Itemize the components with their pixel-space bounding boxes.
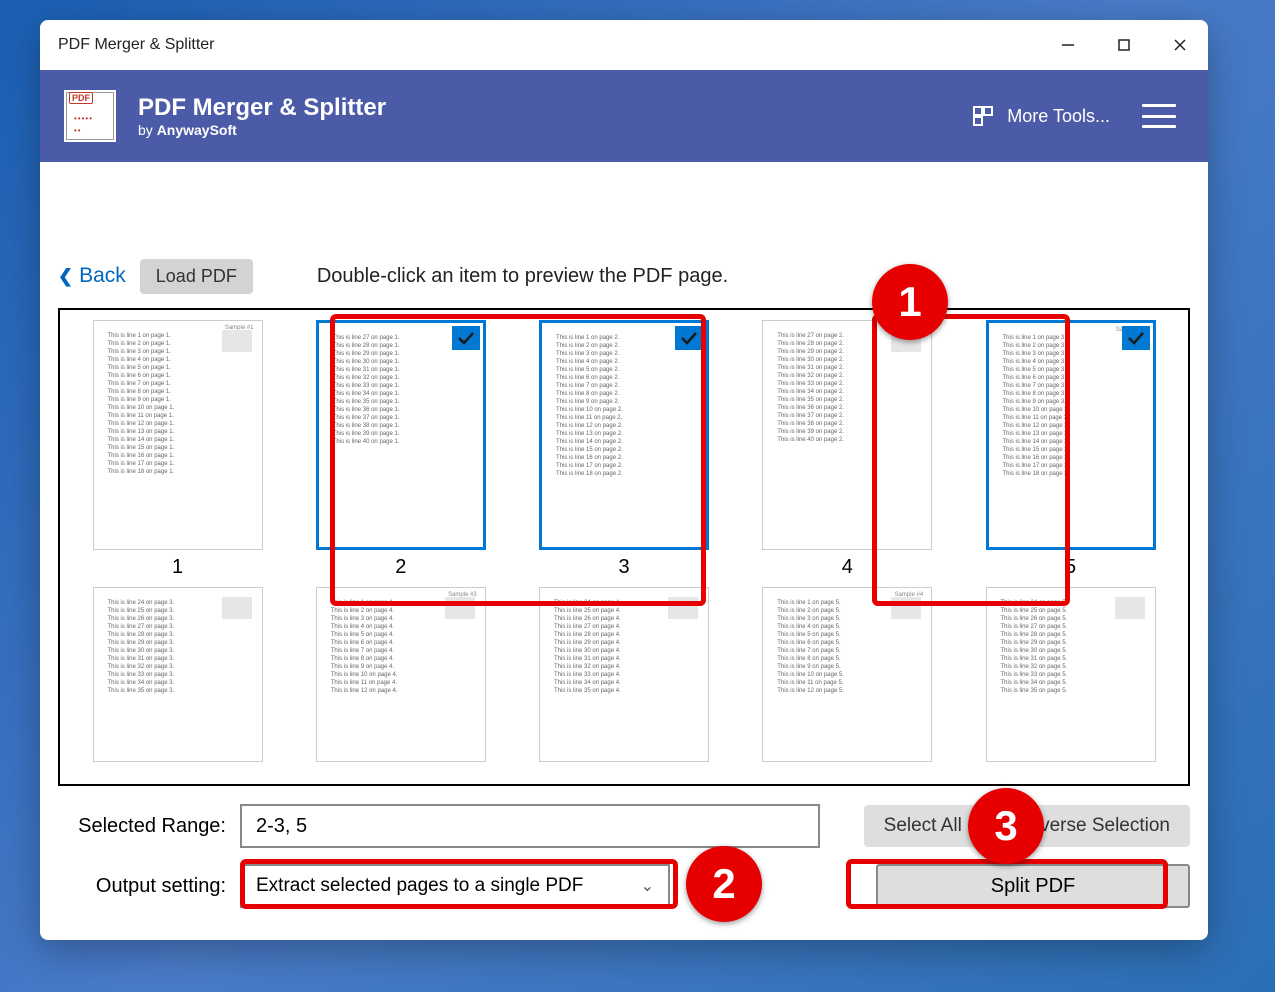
- check-icon: [1122, 326, 1150, 350]
- page-thumbnail[interactable]: This is line 24 on page 5.This is line 2…: [973, 587, 1168, 762]
- page-number: 4: [842, 556, 853, 579]
- select-checkbox[interactable]: [1115, 597, 1145, 619]
- select-checkbox[interactable]: [222, 597, 252, 619]
- app-window: PDF Merger & Splitter PDF PDF Merger & S…: [40, 20, 1208, 940]
- window-title: PDF Merger & Splitter: [58, 36, 214, 54]
- minimize-button[interactable]: [1040, 20, 1096, 70]
- output-setting-value: Extract selected pages to a single PDF: [256, 875, 583, 897]
- page-thumbnail[interactable]: Sample #1This is line 1 on page 1.This i…: [80, 320, 275, 579]
- load-pdf-button[interactable]: Load PDF: [140, 259, 253, 294]
- page-number: 2: [395, 556, 406, 579]
- hint-text: Double-click an item to preview the PDF …: [317, 265, 728, 288]
- selected-range-input[interactable]: [240, 804, 820, 848]
- page-thumbnail[interactable]: This is line 1 on page 2.This is line 2 …: [527, 320, 722, 579]
- page-thumbnail[interactable]: This is line 27 on page 2.This is line 2…: [750, 320, 945, 579]
- page-thumbnail[interactable]: This is line 24 on page 4.This is line 2…: [527, 587, 722, 762]
- check-icon: [452, 326, 480, 350]
- annotation-badge-1: 1: [872, 264, 948, 340]
- chevron-left-icon: ❮: [58, 266, 73, 287]
- annotation-badge-3: 3: [968, 788, 1044, 864]
- app-logo-icon: PDF: [64, 90, 116, 142]
- titlebar: PDF Merger & Splitter: [40, 20, 1208, 70]
- more-tools-button[interactable]: More Tools...: [971, 104, 1110, 128]
- selected-range-label: Selected Range:: [58, 815, 226, 838]
- select-all-button[interactable]: Select All: [864, 805, 982, 847]
- page-thumbnail[interactable]: Sample #4This is line 1 on page 5.This i…: [750, 587, 945, 762]
- select-checkbox[interactable]: [445, 597, 475, 619]
- page-number: 1: [172, 556, 183, 579]
- toolbar: ❮ Back Load PDF Double-click an item to …: [40, 250, 1208, 302]
- back-button[interactable]: ❮ Back: [58, 264, 126, 288]
- chevron-down-icon: ⌄: [641, 876, 654, 896]
- page-thumbnail[interactable]: Sample #3This is line 1 on page 4.This i…: [303, 587, 498, 762]
- split-pdf-button[interactable]: Split PDF: [876, 864, 1190, 908]
- page-number: 3: [618, 556, 629, 579]
- bottom-controls: Selected Range: Select All Reverse Selec…: [40, 786, 1208, 908]
- pages-panel[interactable]: Sample #1This is line 1 on page 1.This i…: [58, 308, 1190, 786]
- page-number: 5: [1065, 556, 1076, 579]
- annotation-badge-2: 2: [686, 846, 762, 922]
- ad-banner-area: [40, 162, 1208, 250]
- select-checkbox[interactable]: [222, 330, 252, 352]
- check-icon: [675, 326, 703, 350]
- app-title: PDF Merger & Splitter: [138, 94, 386, 122]
- output-setting-select[interactable]: Extract selected pages to a single PDF ⌄: [240, 864, 670, 908]
- select-checkbox[interactable]: [891, 597, 921, 619]
- select-checkbox[interactable]: [668, 597, 698, 619]
- back-label: Back: [79, 264, 126, 288]
- page-thumbnail[interactable]: This is line 27 on page 1.This is line 2…: [303, 320, 498, 579]
- maximize-button[interactable]: [1096, 20, 1152, 70]
- hamburger-menu-icon[interactable]: [1142, 104, 1176, 128]
- app-header: PDF PDF Merger & Splitter by AnywaySoft …: [40, 70, 1208, 162]
- output-setting-label: Output setting:: [58, 875, 226, 898]
- page-thumbnail[interactable]: Sample #2This is line 1 on page 3.This i…: [973, 320, 1168, 579]
- page-thumbnail[interactable]: This is line 24 on page 3.This is line 2…: [80, 587, 275, 762]
- grid-icon: [971, 104, 995, 128]
- app-subtitle: by AnywaySoft: [138, 122, 386, 138]
- more-tools-label: More Tools...: [1007, 106, 1110, 127]
- close-button[interactable]: [1152, 20, 1208, 70]
